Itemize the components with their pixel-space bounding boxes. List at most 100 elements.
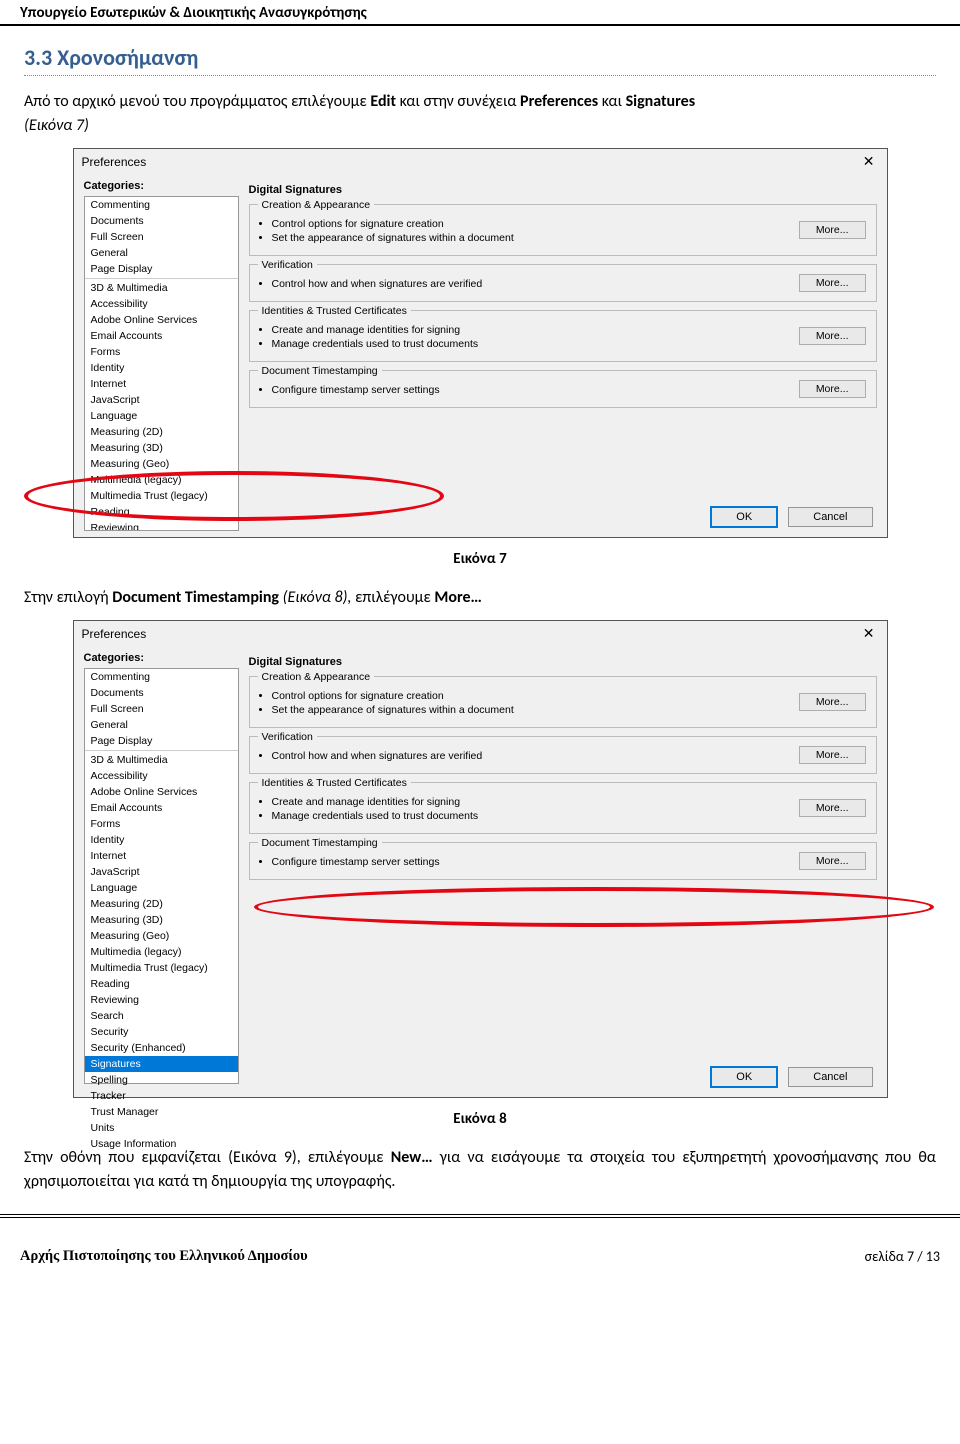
cat-full-screen[interactable]: Full Screen bbox=[85, 701, 238, 717]
group-identities: Identities & Trusted Certificates Create… bbox=[249, 782, 877, 834]
cat-language[interactable]: Language bbox=[85, 408, 238, 424]
page-header: Υπουργείο Εσωτερικών & Διοικητικής Ανασυ… bbox=[0, 0, 960, 26]
cat-3d[interactable]: 3D & Multimedia bbox=[85, 752, 238, 768]
cat-identity[interactable]: Identity bbox=[85, 832, 238, 848]
cat-measuring-2d[interactable]: Measuring (2D) bbox=[85, 896, 238, 912]
more-button-creation[interactable]: More... bbox=[799, 693, 866, 711]
group-verification: Verification Control how and when signat… bbox=[249, 736, 877, 774]
cat-full-screen[interactable]: Full Screen bbox=[85, 229, 238, 245]
bullet: Control how and when signatures are veri… bbox=[272, 277, 868, 291]
cat-language[interactable]: Language bbox=[85, 880, 238, 896]
group-title-verification: Verification bbox=[258, 731, 317, 743]
more-button-verification[interactable]: More... bbox=[799, 746, 866, 764]
cat-javascript[interactable]: JavaScript bbox=[85, 392, 238, 408]
dotted-rule bbox=[24, 75, 936, 76]
cat-adobe-online[interactable]: Adobe Online Services bbox=[85, 312, 238, 328]
ok-button[interactable]: OK bbox=[711, 507, 777, 527]
cat-documents[interactable]: Documents bbox=[85, 213, 238, 229]
cat-measuring-geo[interactable]: Measuring (Geo) bbox=[85, 456, 238, 472]
group-creation: Creation & Appearance Control options fo… bbox=[249, 676, 877, 728]
cat-internet[interactable]: Internet bbox=[85, 376, 238, 392]
group-identities: Identities & Trusted Certificates Create… bbox=[249, 310, 877, 362]
group-title-creation: Creation & Appearance bbox=[258, 199, 375, 211]
categories-list[interactable]: Commenting Documents Full Screen General… bbox=[84, 196, 239, 531]
cat-identity[interactable]: Identity bbox=[85, 360, 238, 376]
p1-mid: και στην συνέχεια bbox=[396, 92, 520, 111]
group-title-verification: Verification bbox=[258, 259, 317, 271]
cat-page-display[interactable]: Page Display bbox=[85, 261, 238, 277]
p1-pref: Preferences bbox=[520, 92, 598, 111]
p2-sel: επιλέγουμε bbox=[355, 588, 434, 607]
group-timestamping: Document Timestamping Configure timestam… bbox=[249, 842, 877, 880]
cat-multimedia-trust[interactable]: Multimedia Trust (legacy) bbox=[85, 960, 238, 976]
cat-multimedia-legacy[interactable]: Multimedia (legacy) bbox=[85, 472, 238, 488]
cat-accessibility[interactable]: Accessibility bbox=[85, 768, 238, 784]
more-button-verification[interactable]: More... bbox=[799, 274, 866, 292]
cat-commenting[interactable]: Commenting bbox=[85, 197, 238, 213]
cat-general[interactable]: General bbox=[85, 717, 238, 733]
footer-left: Αρχής Πιστοποίησης του Ελληνικού Δημοσίο… bbox=[20, 1248, 308, 1265]
cat-email[interactable]: Email Accounts bbox=[85, 800, 238, 816]
cat-multimedia-legacy[interactable]: Multimedia (legacy) bbox=[85, 944, 238, 960]
cat-measuring-2d[interactable]: Measuring (2D) bbox=[85, 424, 238, 440]
cat-measuring-geo[interactable]: Measuring (Geo) bbox=[85, 928, 238, 944]
more-button-creation[interactable]: More... bbox=[799, 221, 866, 239]
p2-more: More… bbox=[434, 588, 482, 607]
more-button-timestamping[interactable]: More... bbox=[799, 852, 866, 870]
close-icon[interactable]: ✕ bbox=[859, 153, 879, 170]
categories-label: Categories: bbox=[84, 180, 239, 192]
p2-mid: (Εικόνα 8), bbox=[279, 588, 355, 607]
cat-measuring-3d[interactable]: Measuring (3D) bbox=[85, 440, 238, 456]
bullet: Set the appearance of signatures within … bbox=[272, 231, 868, 245]
cat-3d[interactable]: 3D & Multimedia bbox=[85, 280, 238, 296]
cancel-button[interactable]: Cancel bbox=[788, 1067, 872, 1087]
cat-reading[interactable]: Reading bbox=[85, 976, 238, 992]
panel-heading: Digital Signatures bbox=[249, 656, 877, 668]
footer-rule-top bbox=[0, 1214, 960, 1215]
group-title-timestamping: Document Timestamping bbox=[258, 365, 382, 377]
p1-edit: Edit bbox=[370, 92, 396, 111]
cancel-button[interactable]: Cancel bbox=[788, 507, 872, 527]
cat-javascript[interactable]: JavaScript bbox=[85, 864, 238, 880]
bullet: Set the appearance of signatures within … bbox=[272, 703, 868, 717]
p2-dt: Document Timestamping bbox=[112, 588, 279, 607]
cat-units[interactable]: Units bbox=[85, 1120, 238, 1136]
bullet: Create and manage identities for signing bbox=[272, 323, 868, 337]
footer-rule-bottom bbox=[0, 1217, 960, 1218]
cat-security-enhanced[interactable]: Security (Enhanced) bbox=[85, 1040, 238, 1056]
section-title: 3.3 Χρονοσήμανση bbox=[24, 44, 936, 71]
cat-security[interactable]: Security bbox=[85, 1024, 238, 1040]
cat-documents[interactable]: Documents bbox=[85, 685, 238, 701]
intro-paragraph-3: Στην οθόνη που εμφανίζεται (Εικόνα 9), ε… bbox=[24, 1146, 936, 1194]
bullet: Configure timestamp server settings bbox=[272, 855, 868, 869]
cat-page-display[interactable]: Page Display bbox=[85, 733, 238, 749]
cat-trust-manager[interactable]: Trust Manager bbox=[85, 1104, 238, 1120]
bullet: Configure timestamp server settings bbox=[272, 383, 868, 397]
cat-forms[interactable]: Forms bbox=[85, 816, 238, 832]
cat-commenting[interactable]: Commenting bbox=[85, 669, 238, 685]
categories-list[interactable]: Commenting Documents Full Screen General… bbox=[84, 668, 239, 1084]
cat-reviewing[interactable]: Reviewing bbox=[85, 992, 238, 1008]
cat-general[interactable]: General bbox=[85, 245, 238, 261]
bullet: Manage credentials used to trust documen… bbox=[272, 337, 868, 351]
cat-internet[interactable]: Internet bbox=[85, 848, 238, 864]
page-content: 3.3 Χρονοσήμανση Από το αρχικό μενού του… bbox=[0, 26, 960, 1194]
cat-separator bbox=[85, 278, 238, 279]
ok-button[interactable]: OK bbox=[711, 1067, 777, 1087]
cat-email[interactable]: Email Accounts bbox=[85, 328, 238, 344]
more-button-identities[interactable]: More... bbox=[799, 327, 866, 345]
cat-measuring-3d[interactable]: Measuring (3D) bbox=[85, 912, 238, 928]
cat-adobe-online[interactable]: Adobe Online Services bbox=[85, 784, 238, 800]
cat-search[interactable]: Search bbox=[85, 1008, 238, 1024]
cat-forms[interactable]: Forms bbox=[85, 344, 238, 360]
close-icon[interactable]: ✕ bbox=[859, 625, 879, 642]
panel-heading: Digital Signatures bbox=[249, 184, 877, 196]
more-button-identities[interactable]: More... bbox=[799, 799, 866, 817]
cat-separator bbox=[85, 750, 238, 751]
group-creation: Creation & Appearance Control options fo… bbox=[249, 204, 877, 256]
p3-new: New… bbox=[391, 1148, 433, 1167]
bullet: Control options for signature creation bbox=[272, 217, 868, 231]
more-button-timestamping[interactable]: More... bbox=[799, 380, 866, 398]
cat-accessibility[interactable]: Accessibility bbox=[85, 296, 238, 312]
cat-usage-info[interactable]: Usage Information bbox=[85, 1136, 238, 1152]
